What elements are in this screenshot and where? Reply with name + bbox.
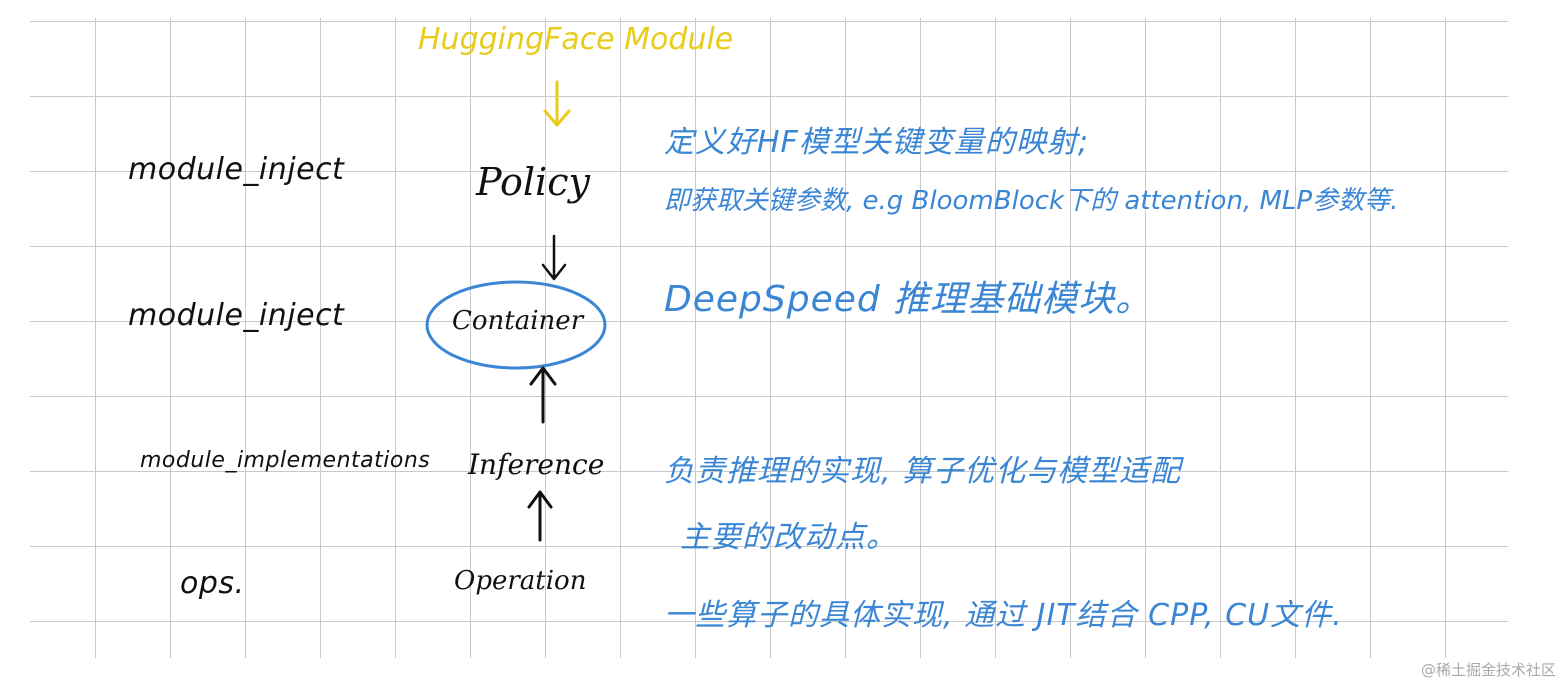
down-arrow-yellow xyxy=(543,80,571,127)
policy-note-line-1: 定义好HF模型关键变量的映射; xyxy=(664,125,1089,160)
container-label: Container xyxy=(452,306,584,336)
down-arrow-black xyxy=(541,234,567,281)
layer-2-left-label: module_inject xyxy=(128,298,345,333)
inference-note-line-2: 主要的改动点。 xyxy=(680,520,897,555)
policy-note-line-2: 即获取关键参数, e.g BloomBlock下的 attention, MLP… xyxy=(664,186,1399,216)
container-note: DeepSpeed 推理基础模块。 xyxy=(664,279,1153,320)
policy-label: Policy xyxy=(476,160,590,204)
watermark: @稀土掘金技术社区 xyxy=(1420,661,1556,679)
inference-label: Inference xyxy=(468,448,605,481)
diagram-title: HuggingFace Module xyxy=(418,22,734,57)
inference-note-line-1: 负责推理的实现, 算子优化与模型适配 xyxy=(664,454,1182,489)
layer-4-left-label: ops. xyxy=(180,566,245,601)
operation-note: 一些算子的具体实现, 通过 JIT结合 CPP, CU文件. xyxy=(664,598,1343,633)
layer-1-left-label: module_inject xyxy=(128,152,345,187)
operation-label: Operation xyxy=(454,566,587,596)
up-arrow-2 xyxy=(527,490,553,542)
layer-3-left-label: module_implementations xyxy=(140,448,431,473)
up-arrow-1 xyxy=(529,366,557,424)
